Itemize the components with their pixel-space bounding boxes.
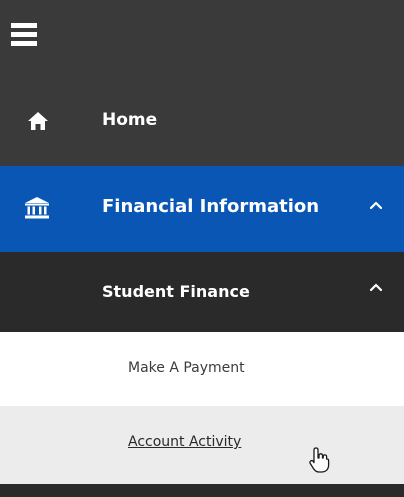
nav-subitem-account-activity[interactable]: Account Activity [0,406,404,484]
side-navigation: Home Financial Information Student Finan… [0,0,404,497]
chevron-up-icon[interactable] [370,283,382,291]
nav-item-home[interactable]: Home [0,78,404,166]
nav-item-financial-information-label: Financial Information [102,196,320,217]
bank-icon [25,197,49,219]
chevron-up-icon[interactable] [370,201,382,209]
home-icon [28,112,48,130]
hamburger-menu-icon[interactable] [11,23,37,47]
nav-item-financial-information[interactable]: Financial Information [0,166,404,252]
nav-item-student-finance-label: Student Finance [102,282,250,301]
nav-subitem-make-a-payment[interactable]: Make A Payment [0,332,404,406]
hand-pointer-icon [309,447,330,473]
nav-item-student-finance[interactable]: Student Finance [0,252,404,332]
nav-item-home-label: Home [102,110,158,130]
nav-bottom-bar [0,484,404,497]
menu-toggle-bar [0,0,404,78]
nav-subitem-make-a-payment-label[interactable]: Make A Payment [128,360,245,376]
nav-subitem-account-activity-link[interactable]: Account Activity [128,434,241,450]
